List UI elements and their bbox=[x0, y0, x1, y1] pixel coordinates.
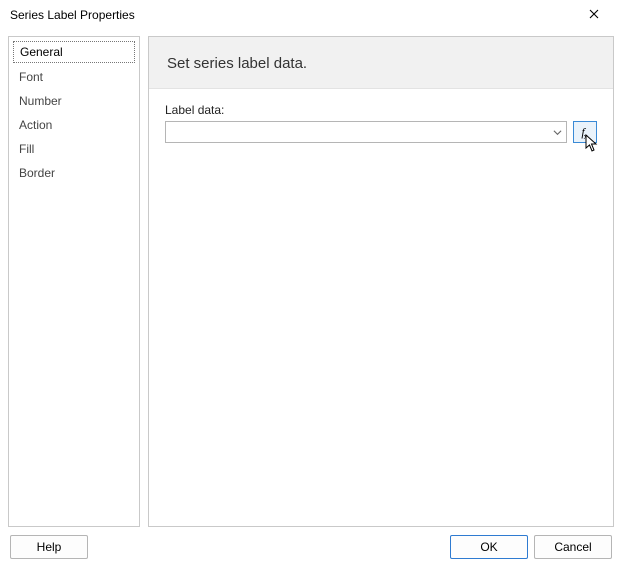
title-bar: Series Label Properties bbox=[0, 0, 622, 30]
sidebar-item-label: Fill bbox=[19, 142, 34, 156]
sidebar-item-label: General bbox=[20, 45, 63, 59]
sidebar-item-label: Action bbox=[19, 118, 52, 132]
sidebar-item-border[interactable]: Border bbox=[9, 161, 139, 185]
dialog-window: Series Label Properties General Font Num… bbox=[0, 0, 622, 571]
window-title: Series Label Properties bbox=[10, 8, 574, 22]
button-label: Cancel bbox=[554, 540, 591, 554]
dialog-footer: Help OK Cancel bbox=[0, 531, 622, 571]
sidebar-item-number[interactable]: Number bbox=[9, 89, 139, 113]
dialog-body: General Font Number Action Fill Border S… bbox=[0, 30, 622, 531]
close-button[interactable] bbox=[574, 1, 614, 29]
fx-icon: fx bbox=[581, 125, 588, 140]
sidebar-item-action[interactable]: Action bbox=[9, 113, 139, 137]
pane-body: Label data: fx bbox=[149, 89, 613, 157]
label-data-combobox[interactable] bbox=[165, 121, 567, 143]
category-sidebar: General Font Number Action Fill Border bbox=[8, 36, 140, 527]
label-data-row: fx bbox=[165, 121, 597, 143]
close-icon bbox=[589, 8, 599, 22]
sidebar-item-label: Font bbox=[19, 70, 43, 84]
chevron-down-icon bbox=[548, 122, 566, 142]
button-label: OK bbox=[480, 540, 497, 554]
expression-button[interactable]: fx bbox=[573, 121, 597, 143]
help-button[interactable]: Help bbox=[10, 535, 88, 559]
sidebar-item-general[interactable]: General bbox=[13, 41, 135, 63]
ok-button[interactable]: OK bbox=[450, 535, 528, 559]
sidebar-item-font[interactable]: Font bbox=[9, 65, 139, 89]
sidebar-item-fill[interactable]: Fill bbox=[9, 137, 139, 161]
label-data-caption: Label data: bbox=[165, 103, 597, 117]
content-pane: Set series label data. Label data: fx bbox=[148, 36, 614, 527]
pane-heading: Set series label data. bbox=[149, 37, 613, 89]
cancel-button[interactable]: Cancel bbox=[534, 535, 612, 559]
sidebar-item-label: Number bbox=[19, 94, 62, 108]
button-label: Help bbox=[37, 540, 62, 554]
sidebar-item-label: Border bbox=[19, 166, 55, 180]
